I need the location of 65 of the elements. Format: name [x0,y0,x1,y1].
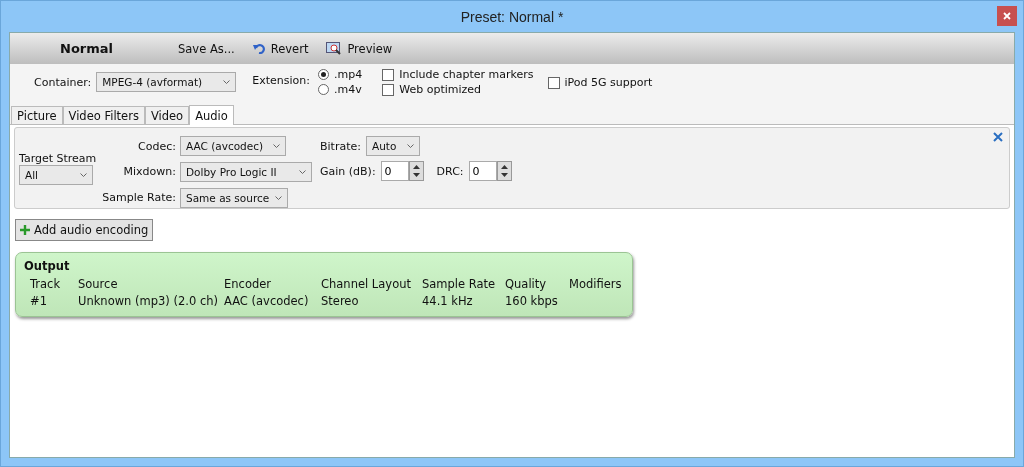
codec-label: Codec: [138,139,176,153]
column-header: Quality [505,277,548,291]
tab[interactable]: Audio [189,105,234,125]
toolbar-button[interactable]: Preview [326,41,393,56]
drc-label: DRC: [436,164,464,178]
column-header: Encoder [224,277,273,291]
column-header: Sample Rate [422,277,497,291]
close-button[interactable] [997,6,1017,26]
radio-label: .m4v [334,83,362,96]
checkbox[interactable] [547,76,560,89]
column-header: Channel Layout [321,277,412,291]
table-cell-text: AAC (avcodec) [224,294,310,308]
column-header: Modifiers [569,277,623,291]
toolbar-button[interactable]: Save As... [178,41,235,56]
drc-field[interactable]: 0 [468,161,497,181]
sample-rate-label: Sample Rate: [102,191,176,205]
undo-arrow-icon [252,43,266,54]
checkbox[interactable] [382,83,395,96]
radio-button[interactable] [318,84,329,95]
magnifier-icon [326,41,343,56]
tab[interactable]: Video [144,106,190,124]
table-cell-text: Stereo [321,294,360,308]
output-title: Output [24,259,71,273]
window-title: Preset: Normal * [460,8,564,25]
radio-button[interactable] [318,69,329,80]
toolbar-button[interactable]: Revert [252,41,309,56]
add-audio-encoding-button[interactable]: Add audio encoding [15,219,154,241]
tab[interactable]: Video Filters [62,106,145,124]
caret-icon [273,144,280,149]
table-cell-text: Unknown (mp3) (2.0 ch) [78,294,220,308]
table-cell-text: 44.1 kHz [422,294,474,308]
bitrate-label: Bitrate: [320,139,361,153]
codec-dropdown[interactable]: AAC (avcodec) [180,136,286,157]
preset-name: Normal [60,41,114,56]
checkbox-label: Include chapter markers [399,68,534,81]
caret-icon [275,195,282,200]
plus-icon [20,225,30,235]
column-header: Track [30,277,62,291]
close-icon [1003,12,1011,20]
table-cell-text: #1 [30,294,48,308]
column-header: Source [78,277,119,291]
tab[interactable]: Picture [11,106,63,124]
checkbox-label: Web optimized [399,83,482,96]
caret-icon [299,170,306,174]
mixdown-dropdown[interactable]: Dolby Pro Logic II [180,162,312,182]
spinner-arrows-icon [408,161,424,181]
caret-icon [223,80,231,84]
target-stream-dropdown[interactable]: All [19,165,93,185]
extension-label: Extension: [252,74,310,87]
gain-field[interactable]: 0 [380,161,409,181]
caret-icon [80,173,87,177]
radio-label: .mp4 [334,68,363,81]
spinner-arrows-icon [496,161,512,181]
checkbox-label: iPod 5G support [564,76,653,89]
mixdown-label: Mixdown: [123,165,176,179]
caret-icon [406,144,414,148]
container-dropdown[interactable]: MPEG-4 (avformat) [96,72,237,92]
container-label: Container: [34,75,92,89]
target-stream-label: Target Stream [19,152,97,165]
close-icon[interactable] [993,132,1003,142]
sample-rate-dropdown[interactable]: Same as source [180,187,288,208]
gain-label: Gain (dB): [320,164,376,178]
checkbox[interactable] [382,68,395,81]
table-cell-text: 160 kbps [505,294,559,308]
bitrate-dropdown[interactable]: Auto [365,136,420,156]
